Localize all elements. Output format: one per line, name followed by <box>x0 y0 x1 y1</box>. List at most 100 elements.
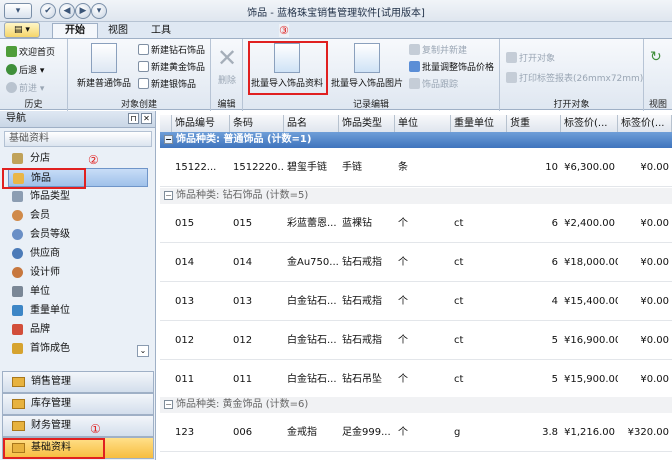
cell-barcode: 006 <box>233 427 253 438</box>
group-records-label: 记录编辑 <box>352 100 389 110</box>
cell-unit: 个 <box>398 335 408 346</box>
nav-item-unit[interactable]: 单位 <box>8 282 148 301</box>
collapse-icon[interactable]: − <box>164 191 173 200</box>
cell-tag-price-2: ¥0.00 <box>640 162 669 173</box>
column-header-barcode[interactable]: 条码 <box>230 115 284 133</box>
cell-unit: 个 <box>398 296 408 307</box>
cell-tag-price-1: ¥2,400.00 <box>564 218 615 229</box>
cell-tag-price-1: ¥16,900.00 <box>564 335 618 346</box>
print-tag-button[interactable]: 打印标签报表(26mmx72mm) <box>506 71 643 87</box>
batch-image-button[interactable]: 批量导入饰品图片 <box>329 43 405 89</box>
category-inventory[interactable]: 库存管理 <box>2 393 154 415</box>
ribbon: 欢迎首页 后退 ▾ 前进 ▾ 历史 新建普通饰品 新建钻石饰品 新建黄金饰品 新… <box>0 38 672 111</box>
group-header-diamond[interactable]: − 饰品种类: 钻石饰品 (计数=5) <box>160 188 672 204</box>
delete-button[interactable]: ✕ 删除 <box>213 43 241 86</box>
home-button[interactable]: 欢迎首页 <box>6 45 55 61</box>
house-icon <box>12 153 23 164</box>
cell-barcode: 015 <box>233 218 253 229</box>
close-icon[interactable]: ✕ <box>141 113 152 124</box>
cell-barcode: 012 <box>233 335 253 346</box>
cell-code: 15122... <box>175 162 217 173</box>
tab-start[interactable]: 开始 <box>52 23 98 39</box>
refresh-icon[interactable]: ↻ <box>650 49 662 65</box>
cell-weight-unit: ct <box>454 296 464 307</box>
copy-new-button[interactable]: 复制并新建 <box>409 43 467 59</box>
table-row[interactable]: 015 015 彩蓝蕾恩... 蓝裸钻 个 ct 6 ¥2,400.00 ¥0.… <box>160 204 672 243</box>
column-header-weight-unit[interactable]: 重量单位 <box>451 115 507 133</box>
collapse-icon[interactable]: − <box>164 400 173 409</box>
delete-x-icon: ✕ <box>216 44 238 72</box>
new-gold-button[interactable]: 新建黄金饰品 <box>138 60 205 76</box>
column-header-tag-price-1[interactable]: 标签价(... <box>561 115 618 133</box>
column-header-unit[interactable]: 单位 <box>395 115 451 133</box>
new-diamond-button[interactable]: 新建钻石饰品 <box>138 43 205 59</box>
cell-type: 钻石戒指 <box>342 257 382 268</box>
column-header-name[interactable]: 品名 <box>284 115 339 133</box>
new-normal-button[interactable]: 新建普通饰品 <box>72 43 136 89</box>
scroll-down-icon[interactable]: ⌄ <box>137 345 149 357</box>
cell-weight: 6 <box>551 257 558 268</box>
collapse-icon[interactable]: − <box>164 135 173 144</box>
price-table-icon <box>409 61 420 72</box>
table-row[interactable]: 012 012 白金钻石... 钻石戒指 个 ct 5 ¥16,900.00 ¥… <box>160 321 672 360</box>
batch-price-button[interactable]: 批量调整饰品价格 <box>409 60 494 76</box>
document-icon <box>138 78 149 89</box>
title-bar: ▾ ✔ ◀ ▶ ▾ 饰品 - 蓝格珠宝销售管理软件[试用版本] <box>0 0 672 22</box>
forward-button[interactable]: 前进 ▾ <box>6 81 44 97</box>
new-silver-button[interactable]: 新建银饰品 <box>138 77 196 93</box>
table-row[interactable]: 014 014 金Au750... 钻石戒指 个 ct 6 ¥18,000.00… <box>160 243 672 282</box>
column-header-tag-price-2[interactable]: 标签价(... <box>618 115 672 133</box>
app-menu-button[interactable]: ▤ ▾ <box>4 22 40 38</box>
import-image-icon <box>354 43 380 73</box>
nav-item-purity[interactable]: 首饰成色 <box>8 339 148 358</box>
cell-weight: 10 <box>545 162 558 173</box>
cell-type: 钻石戒指 <box>342 296 382 307</box>
cell-weight-unit <box>451 148 507 187</box>
nav-item-brand[interactable]: 品牌 <box>8 320 148 339</box>
category-sales[interactable]: 销售管理 <box>2 371 154 393</box>
cell-tag-price-1: ¥6,300.00 <box>564 162 615 173</box>
group-view-label: 视图 <box>648 100 667 110</box>
header-selector <box>160 115 172 133</box>
tab-view[interactable]: 视图 <box>100 23 136 39</box>
highlight-box-2 <box>2 168 86 189</box>
table-row[interactable]: 123 006 金戒指 足金999... 个 g 3.8 ¥1,216.00 ¥… <box>160 413 672 452</box>
cell-tag-price-2: ¥0.00 <box>640 296 669 307</box>
folder-icon <box>12 399 25 409</box>
cell-tag-price-2: ¥0.00 <box>640 218 669 229</box>
table-row[interactable]: 011 011 白金钻石... 钻石吊坠 个 ct 5 ¥15,900.00 ¥… <box>160 360 672 399</box>
cell-unit: 个 <box>398 374 408 385</box>
nav-item-designer[interactable]: 设计师 <box>8 263 148 282</box>
column-header-weight[interactable]: 货重 <box>507 115 561 133</box>
highlight-box-3 <box>248 41 328 95</box>
nav-item-branch[interactable]: 分店 <box>8 149 148 168</box>
back-button[interactable]: 后退 ▾ <box>6 63 44 79</box>
nav-item-member-level[interactable]: 会员等级 <box>8 225 148 244</box>
nav-item-member[interactable]: 会员 <box>8 206 148 225</box>
nav-item-weight-unit[interactable]: 重量单位 <box>8 301 148 320</box>
tab-tools[interactable]: 工具 <box>140 23 182 39</box>
table-row[interactable]: 013 013 白金钻石... 钻石戒指 个 ct 4 ¥15,400.00 ¥… <box>160 282 672 321</box>
group-header-gold[interactable]: − 饰品种类: 黄金饰品 (计数=6) <box>160 397 672 413</box>
pin-icon[interactable]: ⊓ <box>128 113 139 124</box>
track-button[interactable]: 饰品跟踪 <box>409 77 458 93</box>
nav-item-jewelry-type[interactable]: 饰品类型 <box>8 187 148 206</box>
column-header-code[interactable]: 饰品编号 <box>172 115 230 133</box>
group-create-label: 对象创建 <box>120 100 157 110</box>
cell-weight: 5 <box>551 374 558 385</box>
nav-header: 导航 ⊓ ✕ <box>0 111 155 128</box>
group-header-normal[interactable]: − 饰品种类: 普通饰品 (计数=1) <box>160 132 672 148</box>
data-grid: 饰品编号 条码 品名 饰品类型 单位 重量单位 货重 标签价(... 标签价(.… <box>160 111 672 460</box>
column-header-type[interactable]: 饰品类型 <box>339 115 395 133</box>
supplier-icon <box>12 248 23 259</box>
cell-type: 蓝裸钻 <box>342 218 372 229</box>
category-finance[interactable]: 财务管理 <box>2 415 154 437</box>
open-object-button[interactable]: 打开对象 <box>506 51 555 67</box>
cell-name: 碧玺手链 <box>287 162 327 173</box>
weight-icon <box>12 305 23 316</box>
table-row[interactable]: 15122... 1512220... 碧玺手链 手链 条 10 ¥6,300.… <box>160 148 672 187</box>
cell-type: 钻石戒指 <box>342 335 382 346</box>
cell-code: 014 <box>175 257 195 268</box>
nav-item-supplier[interactable]: 供应商 <box>8 244 148 263</box>
cell-weight-unit: ct <box>454 218 464 229</box>
